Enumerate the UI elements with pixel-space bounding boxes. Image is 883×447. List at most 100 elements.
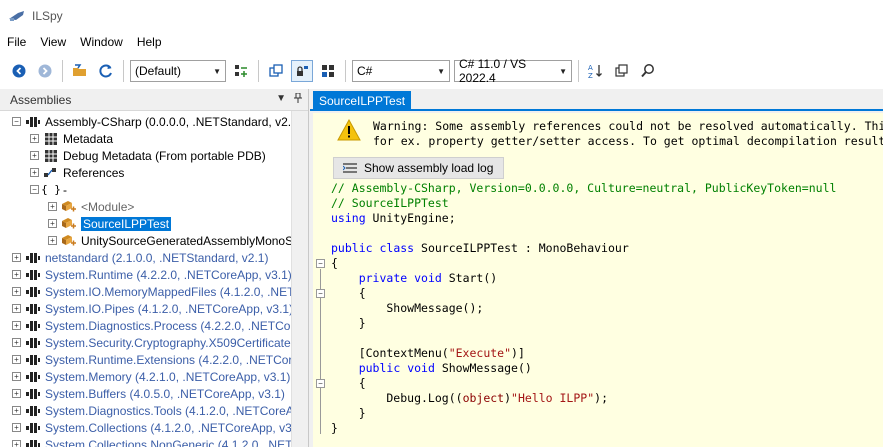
show-assembly-load-log-button[interactable]: Show assembly load log	[333, 157, 505, 179]
expand-icon[interactable]: +	[12, 355, 21, 364]
code-token: "Execute"	[448, 346, 512, 360]
tree-item[interactable]: + <Module>	[0, 198, 308, 215]
language-dropdown[interactable]: C# ▼	[352, 60, 450, 82]
tree-item-label: Assembly-CSharp (0.0.0.0, .NETStandard, …	[45, 114, 302, 129]
show-internal-button[interactable]	[291, 60, 313, 82]
pin-icon[interactable]	[294, 92, 302, 106]
expand-icon[interactable]: +	[12, 440, 21, 447]
toolbar-separator	[578, 60, 579, 82]
menu-view[interactable]: View	[33, 31, 73, 53]
metadata-icon	[43, 149, 59, 162]
fold-start-toggle[interactable]: −	[316, 289, 325, 298]
tree-item[interactable]: + UnitySourceGeneratedAssemblyMonoScriptT…	[0, 232, 308, 249]
open-folder-icon	[73, 64, 86, 76]
expand-icon[interactable]: +	[12, 270, 21, 279]
references-icon	[43, 167, 59, 179]
tree-item[interactable]: + System.Memory (4.2.1.0, .NETCoreApp, v3…	[0, 368, 308, 385]
expand-icon[interactable]: +	[12, 389, 21, 398]
tree-item[interactable]: + System.Diagnostics.Tools (4.1.2.0, .NET…	[0, 402, 308, 419]
expand-icon[interactable]: +	[48, 236, 57, 245]
code-line: public void ShowMessage()	[331, 361, 836, 376]
reload-button[interactable]	[95, 60, 117, 82]
assembly-icon	[25, 371, 41, 383]
collapse-icon[interactable]: −	[30, 185, 39, 194]
code-token: )]	[511, 346, 525, 360]
tree-item[interactable]: + netstandard (2.1.0.0, .NETStandard, v2.…	[0, 249, 308, 266]
language-version-dropdown[interactable]: C# 11.0 / VS 2022.4 ▼	[454, 57, 572, 85]
window-title: ILSpy	[32, 8, 63, 23]
code-token: class	[379, 241, 415, 255]
expand-icon[interactable]: +	[12, 321, 21, 330]
expand-icon[interactable]: +	[48, 219, 57, 228]
warning-icon	[337, 118, 361, 141]
expand-icon[interactable]: +	[30, 134, 39, 143]
code-token: ShowMessage()	[434, 361, 532, 375]
menu-help[interactable]: Help	[130, 31, 169, 53]
fold-showmessage-toggle[interactable]: −	[316, 379, 325, 388]
expand-icon[interactable]: +	[12, 372, 21, 381]
show-all-button[interactable]	[317, 60, 339, 82]
panel-dropdown-icon[interactable]: ▼	[276, 93, 286, 106]
menu-window[interactable]: Window	[73, 31, 130, 53]
tree-item[interactable]: + Debug Metadata (From portable PDB)	[0, 147, 308, 164]
tree-item[interactable]: −{ } -	[0, 181, 308, 198]
tree-item[interactable]: + System.IO.MemoryMappedFiles (4.1.2.0, .…	[0, 283, 308, 300]
expand-icon[interactable]: +	[48, 202, 57, 211]
assemblies-panel: Assemblies ▼ − Assembly-CSharp (0.0.0.0, …	[0, 89, 309, 447]
expand-icon[interactable]: +	[12, 253, 21, 262]
tree-item[interactable]: + System.Security.Cryptography.X509Certif…	[0, 334, 308, 351]
expand-icon[interactable]: +	[12, 338, 21, 347]
fold-class-toggle[interactable]: −	[316, 259, 325, 268]
sort-button[interactable]: AZ	[585, 60, 607, 82]
collapse-all-button[interactable]	[265, 60, 287, 82]
tab-sourceilpptest[interactable]: SourceILPPTest	[313, 91, 412, 111]
back-arrow-icon	[12, 64, 26, 78]
tree-item-label: System.Diagnostics.Process (4.2.2.0, .NE…	[45, 318, 308, 333]
assembly-list-dropdown[interactable]: (Default) ▼	[130, 60, 226, 82]
tree-item[interactable]: + System.Collections.NonGeneric (4.1.2.0,…	[0, 436, 308, 447]
language-value: C#	[357, 64, 373, 78]
tree-item[interactable]: + System.Runtime.Extensions (4.2.2.0, .NE…	[0, 351, 308, 368]
expand-icon[interactable]: +	[30, 168, 39, 177]
tree-item[interactable]: − Assembly-CSharp (0.0.0.0, .NETStandard,…	[0, 113, 308, 130]
code-token: "Hello ILPP"	[511, 391, 595, 405]
expand-icon[interactable]: +	[30, 151, 39, 160]
list-icon	[342, 162, 358, 174]
toolbar-separator	[123, 60, 124, 82]
code-token: private	[358, 271, 408, 285]
code-line: public class SourceILPPTest : MonoBehavi…	[331, 241, 836, 256]
expand-icon[interactable]: +	[12, 287, 21, 296]
menu-file[interactable]: File	[0, 31, 33, 53]
expand-icon[interactable]: +	[12, 304, 21, 313]
tree-item[interactable]: + System.Collections (4.1.2.0, .NETCoreAp…	[0, 419, 308, 436]
window-button[interactable]	[611, 60, 633, 82]
tree-item[interactable]: + System.Runtime (4.2.2.0, .NETCoreApp, v…	[0, 266, 308, 283]
decompiled-code-view[interactable]: Warning: Some assembly references could …	[313, 113, 883, 447]
back-button[interactable]	[8, 60, 30, 82]
code-line: // Assembly-CSharp, Version=0.0.0.0, Cul…	[331, 181, 836, 196]
forward-button[interactable]	[34, 60, 56, 82]
tree-item[interactable]: + System.Buffers (4.0.5.0, .NETCoreApp, v…	[0, 385, 308, 402]
tree-item-label: UnitySourceGeneratedAssemblyMonoScriptTy…	[81, 233, 308, 248]
tree-item[interactable]: + SourceILPPTest	[0, 215, 308, 232]
tree-item[interactable]: + References	[0, 164, 308, 181]
open-button[interactable]	[69, 60, 91, 82]
collapse-icon[interactable]: −	[12, 117, 21, 126]
assembly-icon	[25, 116, 41, 128]
chevron-down-icon: ▼	[213, 66, 221, 76]
expand-icon[interactable]: +	[12, 423, 21, 432]
tree-scrollbar[interactable]	[291, 111, 308, 447]
tree-item-label: System.Runtime.Extensions (4.2.2.0, .NET…	[45, 352, 308, 367]
tree-item[interactable]: + Metadata	[0, 130, 308, 147]
refresh-icon	[99, 64, 112, 78]
assembly-tree[interactable]: − Assembly-CSharp (0.0.0.0, .NETStandard,…	[0, 111, 308, 447]
expand-icon[interactable]: +	[12, 406, 21, 415]
tree-item[interactable]: + System.IO.Pipes (4.1.2.0, .NETCoreApp, …	[0, 300, 308, 317]
toolbar-separator	[62, 60, 63, 82]
manage-lists-button[interactable]	[230, 60, 252, 82]
code-token: }	[331, 316, 366, 330]
tree-item[interactable]: + System.Diagnostics.Process (4.2.2.0, .N…	[0, 317, 308, 334]
search-button[interactable]	[637, 60, 659, 82]
